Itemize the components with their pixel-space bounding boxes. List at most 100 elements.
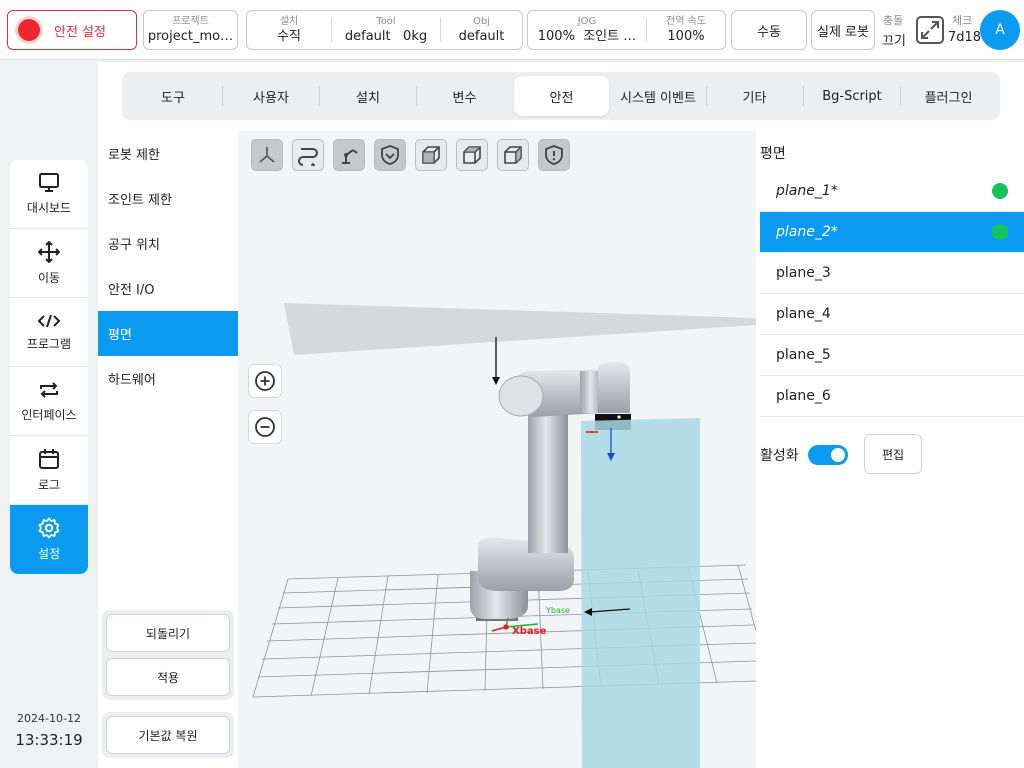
apply-button[interactable]: 적용 bbox=[106, 658, 230, 696]
subnav-hardware[interactable]: 하드웨어 bbox=[98, 356, 238, 401]
revert-button[interactable]: 되돌리기 bbox=[106, 614, 230, 652]
tab-installation[interactable]: 설치 bbox=[320, 76, 416, 116]
jog-value-row: 100% 조인트 … bbox=[538, 28, 636, 45]
nav-label-dashboard: 대시보드 bbox=[26, 200, 72, 215]
gear-icon bbox=[38, 517, 60, 539]
tool-value: default bbox=[344, 28, 391, 44]
plane-name: plane_2* bbox=[776, 224, 838, 240]
plane-item-5[interactable]: plane_5 bbox=[760, 335, 1024, 376]
jog-percent: 100% bbox=[537, 28, 575, 44]
plane-list: plane_1* plane_2* plane_3 plane_4 plane_… bbox=[760, 171, 1024, 417]
x-base-label: Xbase bbox=[512, 626, 547, 637]
restore-group: 기본값 복원 bbox=[102, 712, 234, 758]
plane-item-6[interactable]: plane_6 bbox=[760, 376, 1024, 417]
plane-item-1[interactable]: plane_1* bbox=[760, 171, 1024, 212]
subnav-tool-position[interactable]: 공구 위치 bbox=[98, 221, 238, 266]
plane-active-dot bbox=[992, 183, 1008, 199]
subnav-planes[interactable]: 평면 bbox=[98, 311, 238, 356]
nav-item-move[interactable]: 이동 bbox=[10, 229, 88, 298]
subnav-joint-limits[interactable]: 조인트 제한 bbox=[98, 176, 238, 221]
plane-active-dot bbox=[992, 224, 1008, 240]
robot-wrist bbox=[598, 362, 630, 413]
plane-name: plane_4 bbox=[776, 306, 831, 322]
tab-bar: 도구 사용자 설치 변수 안전 시스템 이벤트 기타 Bg-Script 플러그… bbox=[122, 72, 1000, 120]
robot-upper-arm bbox=[528, 401, 568, 553]
emergency-status-icon bbox=[18, 19, 40, 41]
nav-item-dashboard[interactable]: 대시보드 bbox=[10, 160, 88, 229]
plane-item-3[interactable]: plane_3 bbox=[760, 253, 1024, 294]
revert-apply-group: 되돌리기 적용 bbox=[102, 610, 234, 700]
current-date: 2024-10-12 bbox=[17, 712, 81, 725]
tab-plugin[interactable]: 플러그인 bbox=[901, 76, 996, 116]
project-label: 프로젝트 bbox=[172, 15, 209, 27]
y-base-label: Ybase bbox=[545, 606, 570, 615]
jog-mode: 조인트 … bbox=[583, 28, 637, 44]
nav-item-log[interactable]: 로그 bbox=[10, 436, 88, 505]
code-icon bbox=[37, 314, 61, 327]
nav-item-interface[interactable]: 인터페이스 bbox=[10, 367, 88, 436]
robot-scene: Xbase Ybase bbox=[252, 303, 756, 768]
safety-settings-label: 안전 설정 bbox=[54, 24, 106, 40]
current-time: 13:33:19 bbox=[15, 731, 83, 749]
expand-icon[interactable] bbox=[916, 16, 944, 44]
monitor-icon bbox=[39, 172, 59, 192]
install-value: 수직 bbox=[277, 28, 301, 44]
3d-viewport[interactable]: Xbase Ybase bbox=[238, 131, 756, 768]
real-robot-button[interactable]: 실제 로봇 bbox=[811, 10, 875, 50]
plane-name: plane_3 bbox=[776, 265, 831, 281]
edit-plane-button[interactable]: 편집 bbox=[864, 434, 922, 474]
project-value: project_mo… bbox=[147, 28, 234, 44]
nav-label-program: 프로그램 bbox=[26, 336, 72, 351]
safety-settings-button[interactable]: 안전 설정 bbox=[7, 10, 137, 50]
global-speed-label: 전역 속도 bbox=[666, 15, 706, 27]
activate-label: 활성화 bbox=[760, 448, 799, 464]
tab-bg-script[interactable]: Bg-Script bbox=[804, 76, 900, 116]
nav-label-interface: 인터페이스 bbox=[21, 407, 77, 422]
jog-speed-panel[interactable]: JOG 100% 조인트 … 전역 속도 100% bbox=[527, 10, 726, 50]
tab-safety[interactable]: 안전 bbox=[514, 76, 609, 116]
check-label: 체크 bbox=[952, 14, 973, 27]
plane-item-4[interactable]: plane_4 bbox=[760, 294, 1024, 335]
plane-item-2[interactable]: plane_2* bbox=[760, 212, 1024, 253]
tab-other[interactable]: 기타 bbox=[707, 76, 802, 116]
plane-name: plane_6 bbox=[776, 388, 831, 404]
manual-mode-button[interactable]: 수동 bbox=[731, 10, 807, 50]
tab-system-events[interactable]: 시스템 이벤트 bbox=[610, 76, 706, 116]
nav-item-settings[interactable]: 설정 bbox=[10, 505, 88, 574]
nav-label-log: 로그 bbox=[37, 477, 61, 492]
plane-name: plane_1* bbox=[776, 183, 838, 199]
plane-name: plane_5 bbox=[776, 347, 831, 363]
subnav-safety-io[interactable]: 안전 I/O bbox=[98, 266, 238, 311]
check-value: 7d18 bbox=[948, 30, 982, 45]
move-icon bbox=[38, 240, 60, 263]
top-bar: 안전 설정 프로젝트 project_mo… 설치 수직 Tool defaul… bbox=[0, 0, 1024, 60]
main-navigation: 대시보드 이동 프로그램 인터페이스 로그 설정 bbox=[10, 160, 88, 574]
activate-toggle[interactable] bbox=[808, 445, 848, 465]
nav-label-settings: 설정 bbox=[37, 547, 61, 561]
nav-item-program[interactable]: 프로그램 bbox=[10, 298, 88, 367]
obj-value: default bbox=[458, 28, 505, 44]
tool-value-row: default 0kg bbox=[345, 28, 427, 45]
plane-1-surface bbox=[284, 303, 756, 355]
obj-label: Obj bbox=[473, 15, 490, 27]
plane-2-surface bbox=[581, 418, 700, 768]
interface-icon bbox=[40, 381, 58, 398]
subnav-robot-limits[interactable]: 로봇 제한 bbox=[98, 131, 238, 176]
tab-tool[interactable]: 도구 bbox=[126, 76, 220, 116]
tab-user[interactable]: 사용자 bbox=[223, 76, 319, 116]
safety-subnav: 로봇 제한 조인트 제한 공구 위치 안전 I/O 평면 하드웨어 되돌리기 적… bbox=[98, 131, 238, 768]
project-selector[interactable]: 프로젝트 project_mo… bbox=[143, 10, 238, 50]
tool-label: Tool bbox=[376, 15, 396, 27]
install-label: 설치 bbox=[279, 15, 299, 27]
planes-panel: 평면 plane_1* plane_2* plane_3 plane_4 pla… bbox=[756, 131, 1024, 768]
avatar[interactable]: A bbox=[980, 10, 1020, 50]
planes-title: 평면 bbox=[760, 146, 786, 162]
restore-defaults-button[interactable]: 기본값 복원 bbox=[106, 716, 230, 754]
calendar-icon bbox=[39, 448, 59, 469]
install-tool-obj-panel[interactable]: 설치 수직 Tool default 0kg Obj default bbox=[246, 10, 523, 50]
tool-weight: 0kg bbox=[403, 28, 428, 44]
collision-value: 끄기 bbox=[882, 34, 906, 49]
collision-label: 충돌 bbox=[883, 14, 904, 27]
tab-variables[interactable]: 변수 bbox=[417, 76, 512, 116]
jog-label: JOG bbox=[577, 15, 597, 27]
